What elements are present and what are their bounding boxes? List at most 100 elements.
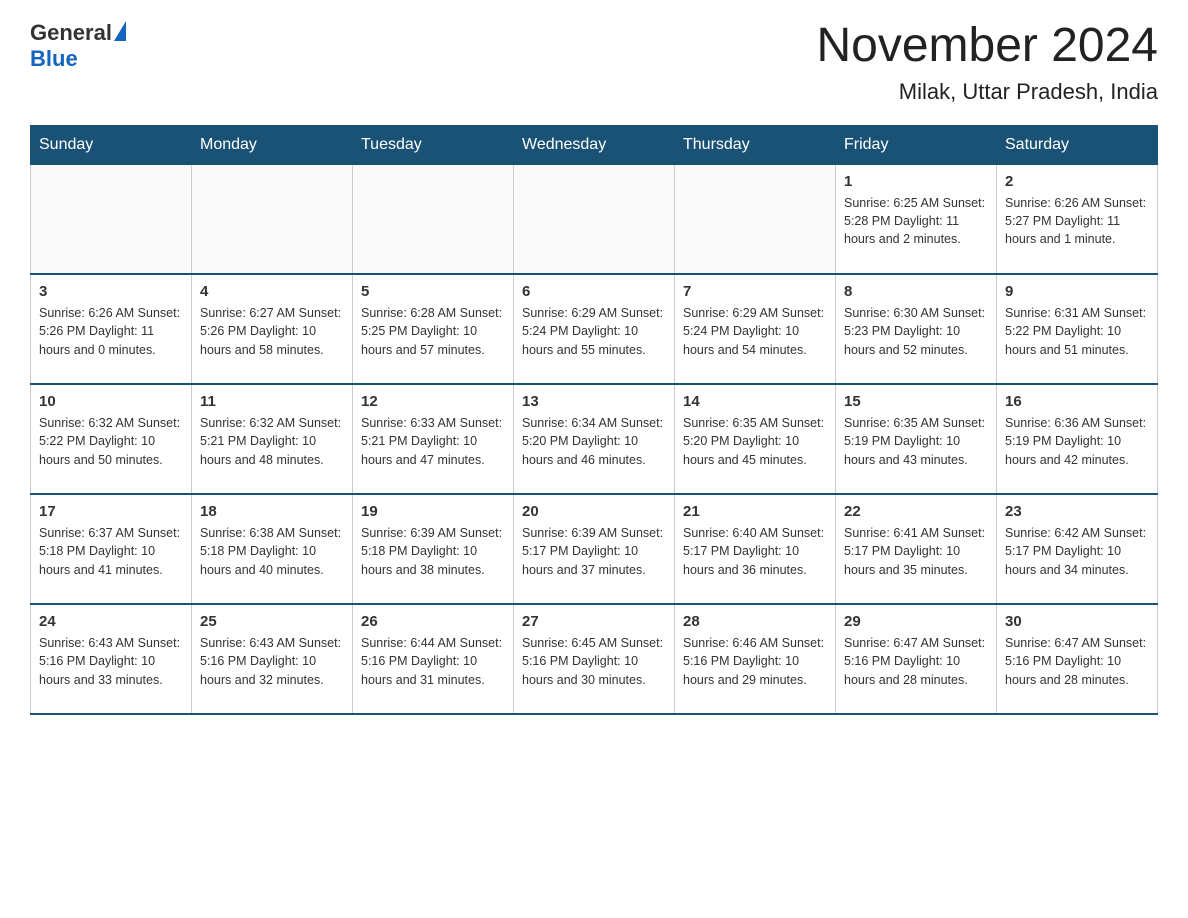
day-number: 14 [683,393,827,410]
day-info: Sunrise: 6:46 AM Sunset: 5:16 PM Dayligh… [683,634,827,688]
day-info: Sunrise: 6:29 AM Sunset: 5:24 PM Dayligh… [522,304,666,358]
calendar-cell: 30 Sunrise: 6:47 AM Sunset: 5:16 PM Dayli… [997,604,1158,714]
calendar-cell: 24Sunrise: 6:43 AM Sunset: 5:16 PM Dayli… [31,604,192,714]
calendar-cell: 8Sunrise: 6:30 AM Sunset: 5:23 PM Daylig… [836,274,997,384]
day-number: 29 [844,613,988,630]
day-info: Sunrise: 6:28 AM Sunset: 5:25 PM Dayligh… [361,304,505,358]
calendar-week-row: 3Sunrise: 6:26 AM Sunset: 5:26 PM Daylig… [31,274,1158,384]
calendar-cell [31,164,192,274]
day-info: Sunrise: 6:36 AM Sunset: 5:19 PM Dayligh… [1005,414,1149,468]
calendar-cell: 25Sunrise: 6:43 AM Sunset: 5:16 PM Dayli… [192,604,353,714]
day-number: 23 [1005,503,1149,520]
calendar-week-row: 1 Sunrise: 6:25 AM Sunset: 5:28 PM Daylig… [31,164,1158,274]
day-info: Sunrise: 6:25 AM Sunset: 5:28 PM Dayligh… [844,194,988,248]
day-number: 4 [200,283,344,300]
calendar-cell: 26 Sunrise: 6:44 AM Sunset: 5:16 PM Dayli… [353,604,514,714]
calendar-cell: 4 Sunrise: 6:27 AM Sunset: 5:26 PM Daylig… [192,274,353,384]
day-info: Sunrise: 6:42 AM Sunset: 5:17 PM Dayligh… [1005,524,1149,578]
calendar-cell: 5 Sunrise: 6:28 AM Sunset: 5:25 PM Daylig… [353,274,514,384]
logo-blue-text: Blue [30,46,78,72]
day-number: 8 [844,283,988,300]
day-info: Sunrise: 6:44 AM Sunset: 5:16 PM Dayligh… [361,634,505,688]
day-header-monday: Monday [192,125,353,164]
day-number: 15 [844,393,988,410]
day-info: Sunrise: 6:47 AM Sunset: 5:16 PM Dayligh… [1005,634,1149,688]
calendar-cell: 14 Sunrise: 6:35 AM Sunset: 5:20 PM Dayli… [675,384,836,494]
day-number: 11 [200,393,344,410]
calendar-cell: 11 Sunrise: 6:32 AM Sunset: 5:21 PM Dayli… [192,384,353,494]
calendar-cell [675,164,836,274]
calendar-cell: 6Sunrise: 6:29 AM Sunset: 5:24 PM Daylig… [514,274,675,384]
day-number: 22 [844,503,988,520]
day-header-thursday: Thursday [675,125,836,164]
day-info: Sunrise: 6:34 AM Sunset: 5:20 PM Dayligh… [522,414,666,468]
day-number: 9 [1005,283,1149,300]
calendar-cell: 17 Sunrise: 6:37 AM Sunset: 5:18 PM Dayli… [31,494,192,604]
day-info: Sunrise: 6:47 AM Sunset: 5:16 PM Dayligh… [844,634,988,688]
day-info: Sunrise: 6:39 AM Sunset: 5:17 PM Dayligh… [522,524,666,578]
day-info: Sunrise: 6:43 AM Sunset: 5:16 PM Dayligh… [39,634,183,688]
calendar-cell [353,164,514,274]
day-info: Sunrise: 6:31 AM Sunset: 5:22 PM Dayligh… [1005,304,1149,358]
calendar-cell: 29 Sunrise: 6:47 AM Sunset: 5:16 PM Dayli… [836,604,997,714]
location-title: Milak, Uttar Pradesh, India [816,79,1158,105]
calendar-cell: 2Sunrise: 6:26 AM Sunset: 5:27 PM Daylig… [997,164,1158,274]
day-number: 17 [39,503,183,520]
logo-text: General Blue [30,20,126,72]
day-number: 26 [361,613,505,630]
calendar-header-row: SundayMondayTuesdayWednesdayThursdayFrid… [31,125,1158,164]
day-info: Sunrise: 6:41 AM Sunset: 5:17 PM Dayligh… [844,524,988,578]
day-info: Sunrise: 6:33 AM Sunset: 5:21 PM Dayligh… [361,414,505,468]
day-info: Sunrise: 6:43 AM Sunset: 5:16 PM Dayligh… [200,634,344,688]
calendar-week-row: 17 Sunrise: 6:37 AM Sunset: 5:18 PM Dayli… [31,494,1158,604]
calendar-table: SundayMondayTuesdayWednesdayThursdayFrid… [30,125,1158,716]
day-number: 13 [522,393,666,410]
day-header-sunday: Sunday [31,125,192,164]
calendar-cell: 9 Sunrise: 6:31 AM Sunset: 5:22 PM Daylig… [997,274,1158,384]
day-number: 1 [844,173,988,190]
calendar-cell: 22 Sunrise: 6:41 AM Sunset: 5:17 PM Dayli… [836,494,997,604]
day-number: 19 [361,503,505,520]
day-info: Sunrise: 6:37 AM Sunset: 5:18 PM Dayligh… [39,524,183,578]
calendar-cell: 10Sunrise: 6:32 AM Sunset: 5:22 PM Dayli… [31,384,192,494]
day-info: Sunrise: 6:39 AM Sunset: 5:18 PM Dayligh… [361,524,505,578]
day-number: 21 [683,503,827,520]
calendar-cell [192,164,353,274]
day-number: 20 [522,503,666,520]
calendar-cell: 18Sunrise: 6:38 AM Sunset: 5:18 PM Dayli… [192,494,353,604]
calendar-cell: 3Sunrise: 6:26 AM Sunset: 5:26 PM Daylig… [31,274,192,384]
calendar-cell: 19 Sunrise: 6:39 AM Sunset: 5:18 PM Dayli… [353,494,514,604]
day-number: 3 [39,283,183,300]
day-info: Sunrise: 6:35 AM Sunset: 5:20 PM Dayligh… [683,414,827,468]
calendar-cell: 23 Sunrise: 6:42 AM Sunset: 5:17 PM Dayli… [997,494,1158,604]
day-number: 12 [361,393,505,410]
logo-general-text: General [30,20,112,46]
calendar-cell: 16 Sunrise: 6:36 AM Sunset: 5:19 PM Dayli… [997,384,1158,494]
day-number: 16 [1005,393,1149,410]
calendar-week-row: 10Sunrise: 6:32 AM Sunset: 5:22 PM Dayli… [31,384,1158,494]
day-info: Sunrise: 6:35 AM Sunset: 5:19 PM Dayligh… [844,414,988,468]
calendar-cell: 21 Sunrise: 6:40 AM Sunset: 5:17 PM Dayli… [675,494,836,604]
day-header-wednesday: Wednesday [514,125,675,164]
day-info: Sunrise: 6:32 AM Sunset: 5:21 PM Dayligh… [200,414,344,468]
calendar-cell: 28 Sunrise: 6:46 AM Sunset: 5:16 PM Dayli… [675,604,836,714]
calendar-cell: 1 Sunrise: 6:25 AM Sunset: 5:28 PM Daylig… [836,164,997,274]
calendar-cell: 12 Sunrise: 6:33 AM Sunset: 5:21 PM Dayli… [353,384,514,494]
day-number: 5 [361,283,505,300]
day-number: 28 [683,613,827,630]
day-info: Sunrise: 6:40 AM Sunset: 5:17 PM Dayligh… [683,524,827,578]
day-info: Sunrise: 6:27 AM Sunset: 5:26 PM Dayligh… [200,304,344,358]
page-header: General Blue November 2024 Milak, Uttar … [30,20,1158,105]
calendar-cell: 13 Sunrise: 6:34 AM Sunset: 5:20 PM Dayli… [514,384,675,494]
day-number: 27 [522,613,666,630]
day-header-friday: Friday [836,125,997,164]
month-title: November 2024 [816,20,1158,73]
day-number: 7 [683,283,827,300]
calendar-cell [514,164,675,274]
day-info: Sunrise: 6:32 AM Sunset: 5:22 PM Dayligh… [39,414,183,468]
title-group: November 2024 Milak, Uttar Pradesh, Indi… [816,20,1158,105]
calendar-cell: 20 Sunrise: 6:39 AM Sunset: 5:17 PM Dayli… [514,494,675,604]
day-header-saturday: Saturday [997,125,1158,164]
day-number: 30 [1005,613,1149,630]
day-number: 18 [200,503,344,520]
